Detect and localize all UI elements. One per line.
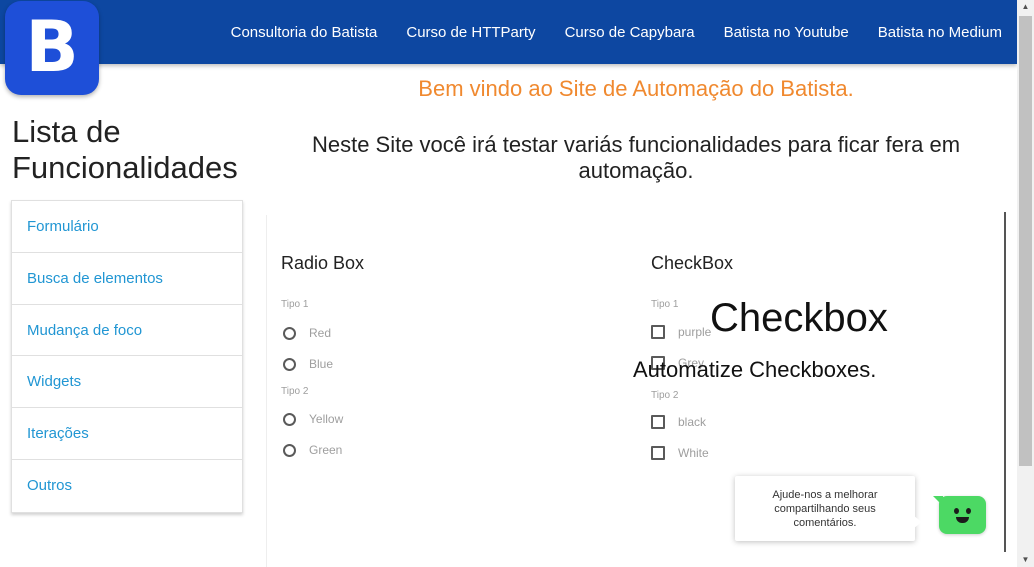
sidebar-item-mudanca-de-foco[interactable]: Mudança de foco bbox=[12, 305, 242, 357]
sidebar-item-widgets[interactable]: Widgets bbox=[12, 356, 242, 409]
site-logo[interactable]: B bbox=[5, 1, 99, 95]
radio-circle-icon[interactable] bbox=[283, 326, 296, 340]
smiley-left-eye-icon bbox=[954, 508, 959, 514]
sidebar-item-iteracoes[interactable]: Iterações bbox=[12, 408, 242, 460]
radio-label-yellow: Yellow bbox=[309, 412, 344, 426]
nav-link-consultoria[interactable]: Consultoria do Batista bbox=[231, 24, 378, 41]
scroll-down-arrow-icon[interactable]: ▼ bbox=[1017, 553, 1034, 567]
feedback-smiley-button[interactable] bbox=[933, 496, 986, 534]
checkbox-label-white: White bbox=[678, 446, 709, 460]
radio-circle-icon[interactable] bbox=[283, 443, 296, 457]
radio-option-blue[interactable]: Blue bbox=[283, 357, 333, 371]
smiley-right-eye-icon bbox=[966, 508, 971, 514]
radio-option-yellow[interactable]: Yellow bbox=[283, 412, 343, 426]
checkbox-option-black[interactable]: black bbox=[651, 415, 706, 429]
checkbox-group2-label: Tipo 2 bbox=[651, 390, 679, 401]
scrollbar-thumb[interactable] bbox=[1019, 16, 1032, 466]
checkbox-square-icon[interactable] bbox=[651, 415, 665, 429]
radio-label-red: Red bbox=[309, 326, 332, 340]
content-right-border bbox=[1004, 212, 1006, 552]
radio-option-green[interactable]: Green bbox=[283, 443, 342, 457]
sidebar-item-busca-de-elementos[interactable]: Busca de elementos bbox=[12, 253, 242, 305]
sidebar-title: Lista de Funcionalidades bbox=[12, 114, 238, 185]
checkbox-title: CheckBox bbox=[651, 253, 734, 273]
page: Consultoria do Batista Curso de HTTParty… bbox=[0, 0, 1034, 567]
checkbox-square-icon[interactable] bbox=[651, 325, 665, 339]
sidebar-item-outros[interactable]: Outros bbox=[12, 460, 242, 512]
sidebar-item-formulario[interactable]: Formulário bbox=[12, 201, 242, 253]
welcome-message: Bem vindo ao Site de Automação do Batist… bbox=[418, 76, 854, 101]
sidebar-menu: Formulário Busca de elementos Mudança de… bbox=[11, 200, 243, 513]
feedback-bubble[interactable]: Ajude-nos a melhorar compartilhando seus… bbox=[735, 476, 922, 541]
page-scrollbar[interactable]: ▲ ▼ bbox=[1017, 0, 1034, 567]
checkbox-square-icon[interactable] bbox=[651, 446, 665, 460]
checkbox-feature-heading: Checkbox bbox=[710, 296, 888, 340]
radio-group2-label: Tipo 2 bbox=[281, 386, 309, 397]
radio-group1-label: Tipo 1 bbox=[281, 299, 309, 310]
radio-box-title: Radio Box bbox=[281, 253, 365, 273]
scroll-up-arrow-icon[interactable]: ▲ bbox=[1017, 0, 1034, 14]
radio-circle-icon[interactable] bbox=[283, 412, 296, 426]
radio-label-green: Green bbox=[309, 443, 343, 457]
checkbox-feature-subheading: Automatize Checkboxes. bbox=[633, 357, 877, 382]
nav-link-capybara[interactable]: Curso de Capybara bbox=[565, 24, 695, 41]
radio-label-blue: Blue bbox=[309, 357, 334, 371]
top-navbar: Consultoria do Batista Curso de HTTParty… bbox=[0, 0, 1017, 64]
logo-letter: B bbox=[25, 6, 79, 88]
checkbox-option-purple[interactable]: purple bbox=[651, 325, 711, 339]
nav-links: Consultoria do Batista Curso de HTTParty… bbox=[202, 0, 1002, 64]
radio-circle-icon[interactable] bbox=[283, 357, 296, 371]
checkbox-option-white[interactable]: White bbox=[651, 446, 709, 460]
checkbox-label-purple: purple bbox=[678, 325, 712, 339]
nav-link-httparty[interactable]: Curso de HTTParty bbox=[406, 24, 535, 41]
intro-text: Neste Site você irá testar variás funcio… bbox=[311, 132, 961, 183]
radio-option-red[interactable]: Red bbox=[283, 326, 331, 340]
checkbox-group1-label: Tipo 1 bbox=[651, 299, 679, 310]
checkbox-label-black: black bbox=[678, 415, 707, 429]
nav-link-youtube[interactable]: Batista no Youtube bbox=[724, 24, 849, 41]
nav-link-medium[interactable]: Batista no Medium bbox=[878, 24, 1002, 41]
content-divider bbox=[266, 215, 267, 567]
feedback-text: Ajude-nos a melhorar compartilhando seus… bbox=[772, 488, 878, 529]
smiley-mouth-icon bbox=[956, 517, 969, 523]
